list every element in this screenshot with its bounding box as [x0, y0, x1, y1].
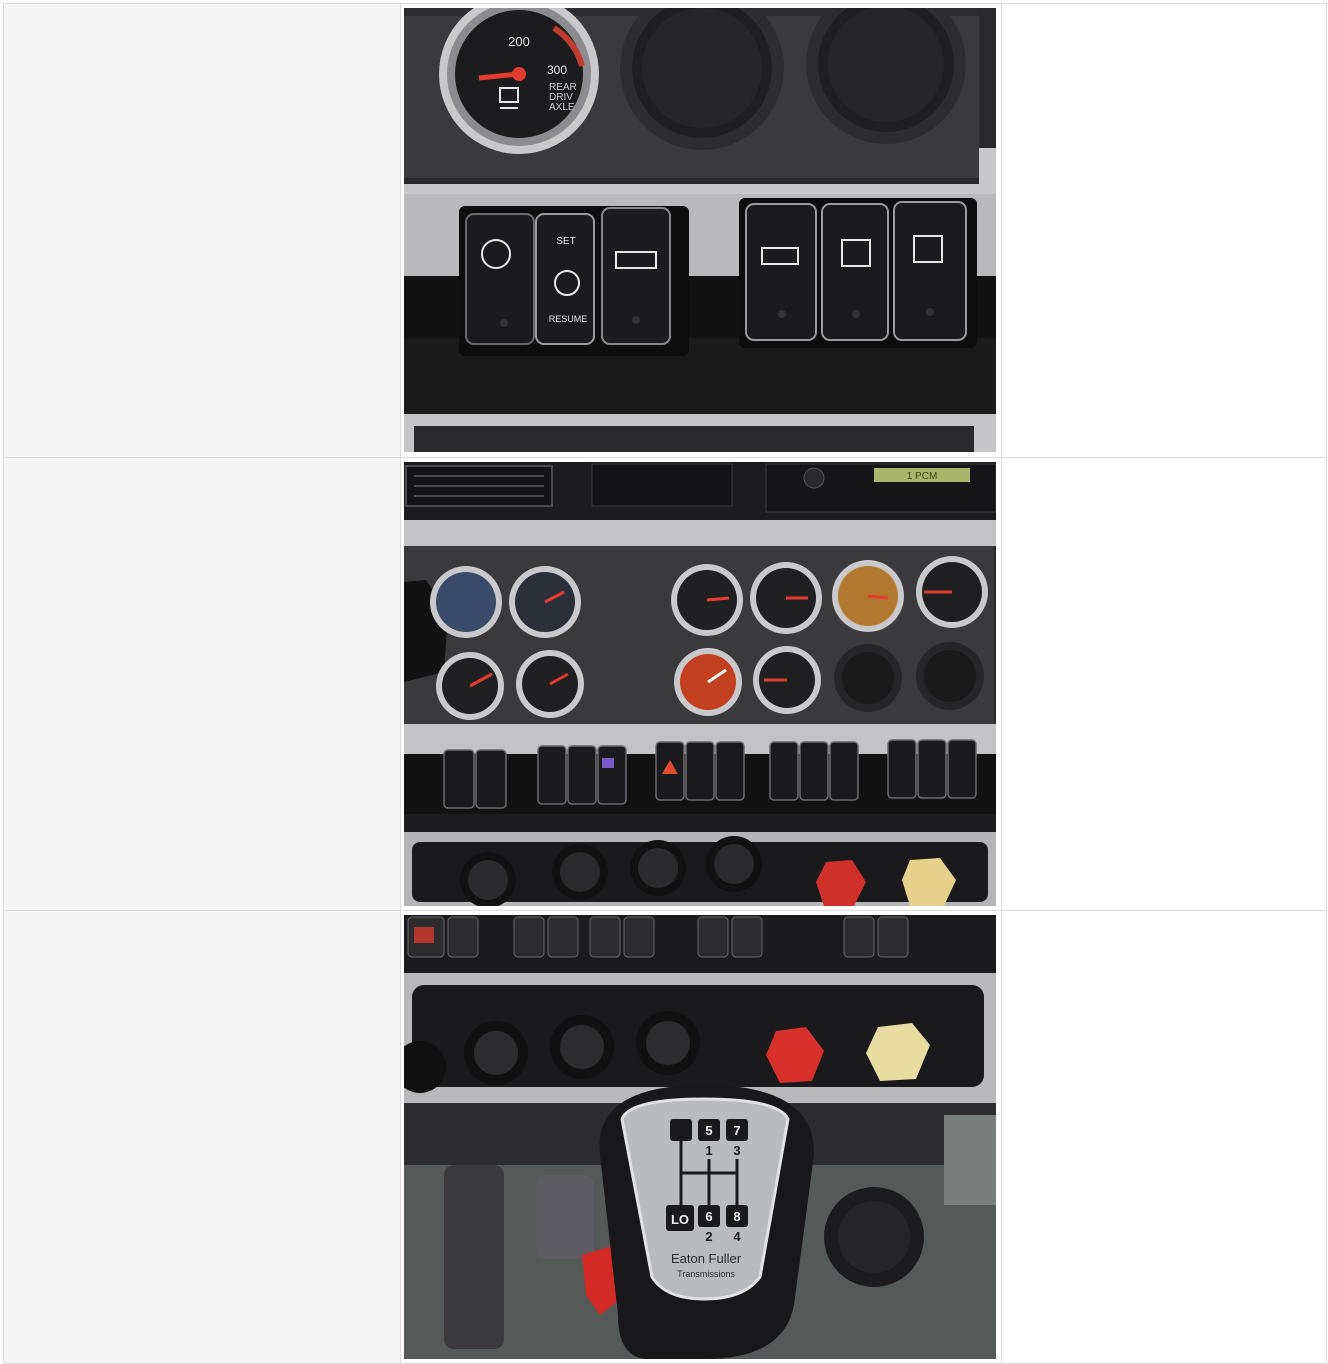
instrument-cluster-photo[interactable]: 1 PCM: [404, 462, 996, 906]
gear-8: 8: [733, 1209, 740, 1224]
diff-lock-switch-2: [893, 201, 967, 341]
brand-line-2: Transmissions: [677, 1269, 735, 1279]
hvac-knob: [460, 852, 516, 906]
row-label-cell: [3, 910, 401, 1364]
table-row: 200 300 REAR DRIV AXLE SET RESUME: [3, 3, 1327, 458]
gauge: [430, 566, 502, 638]
gear-shifter-image: 5 7 1 3 LO 6 8 2 4 Eaton Fuller Transmis…: [404, 915, 996, 1359]
hvac-knob: [706, 836, 762, 892]
cruise-switch: [465, 213, 535, 345]
gauge-label-300: 300: [547, 63, 567, 77]
gauge: [674, 648, 742, 716]
photo-cell: 1 PCM: [400, 457, 1002, 911]
gauge: [916, 556, 988, 628]
row-label-cell: [3, 3, 401, 458]
gear-6: 6: [705, 1209, 712, 1224]
gauge: [509, 566, 581, 638]
blank-cell: [1001, 910, 1327, 1364]
set-label: SET: [556, 236, 575, 247]
gear-3: 3: [733, 1143, 740, 1158]
gauge: [436, 652, 504, 720]
hvac-knob: [550, 1015, 614, 1079]
hvac-knob: [636, 1011, 700, 1075]
engine-brake-switch: [601, 207, 671, 345]
gauge: [516, 650, 584, 718]
gear-shifter-photo[interactable]: 5 7 1 3 LO 6 8 2 4 Eaton Fuller Transmis…: [404, 915, 996, 1359]
gear-7: 7: [733, 1123, 740, 1138]
air-vent: [405, 465, 553, 507]
photo-table: 200 300 REAR DRIV AXLE SET RESUME 1 PCM …: [3, 3, 1327, 1364]
hvac-knob: [464, 1021, 528, 1085]
hvac-knob: [630, 840, 686, 896]
instrument-cluster-image: 1 PCM: [404, 462, 996, 906]
gauge: [671, 564, 743, 636]
brake-pedal: [536, 1175, 594, 1259]
hvac-knob: [552, 844, 608, 900]
clutch-pedal: [444, 1165, 504, 1349]
gauge: [753, 646, 821, 714]
gear-1: 1: [705, 1143, 712, 1158]
gauge-label-axle: AXLE: [549, 102, 575, 113]
gear-2: 2: [705, 1229, 712, 1244]
gear-lo: LO: [671, 1212, 689, 1227]
photo-cell: 5 7 1 3 LO 6 8 2 4 Eaton Fuller Transmis…: [400, 910, 1002, 1364]
blank-cell: [1001, 3, 1327, 458]
blank-cell: [1001, 457, 1327, 911]
radio-display-text: 1 PCM: [907, 471, 938, 482]
dash-switches-photo[interactable]: 200 300 REAR DRIV AXLE SET RESUME: [404, 8, 996, 452]
set-resume-switch: SET RESUME: [535, 213, 595, 345]
gauge: [750, 562, 822, 634]
photo-cell: 200 300 REAR DRIV AXLE SET RESUME: [400, 3, 1002, 458]
gear-4: 4: [733, 1229, 741, 1244]
gear-5: 5: [705, 1123, 712, 1138]
dash-switches-image: 200 300 REAR DRIV AXLE SET RESUME: [404, 8, 996, 452]
diff-lock-switch-1: [821, 203, 889, 341]
gauge: [832, 560, 904, 632]
table-row: 1 PCM: [3, 457, 1327, 911]
gauge-label-200: 200: [508, 34, 530, 49]
brand-line-1: Eaton Fuller: [671, 1251, 742, 1266]
table-row: 5 7 1 3 LO 6 8 2 4 Eaton Fuller Transmis…: [3, 910, 1327, 1364]
fifth-wheel-switch: [745, 203, 817, 341]
row-label-cell: [3, 457, 401, 911]
resume-label: RESUME: [549, 314, 588, 324]
